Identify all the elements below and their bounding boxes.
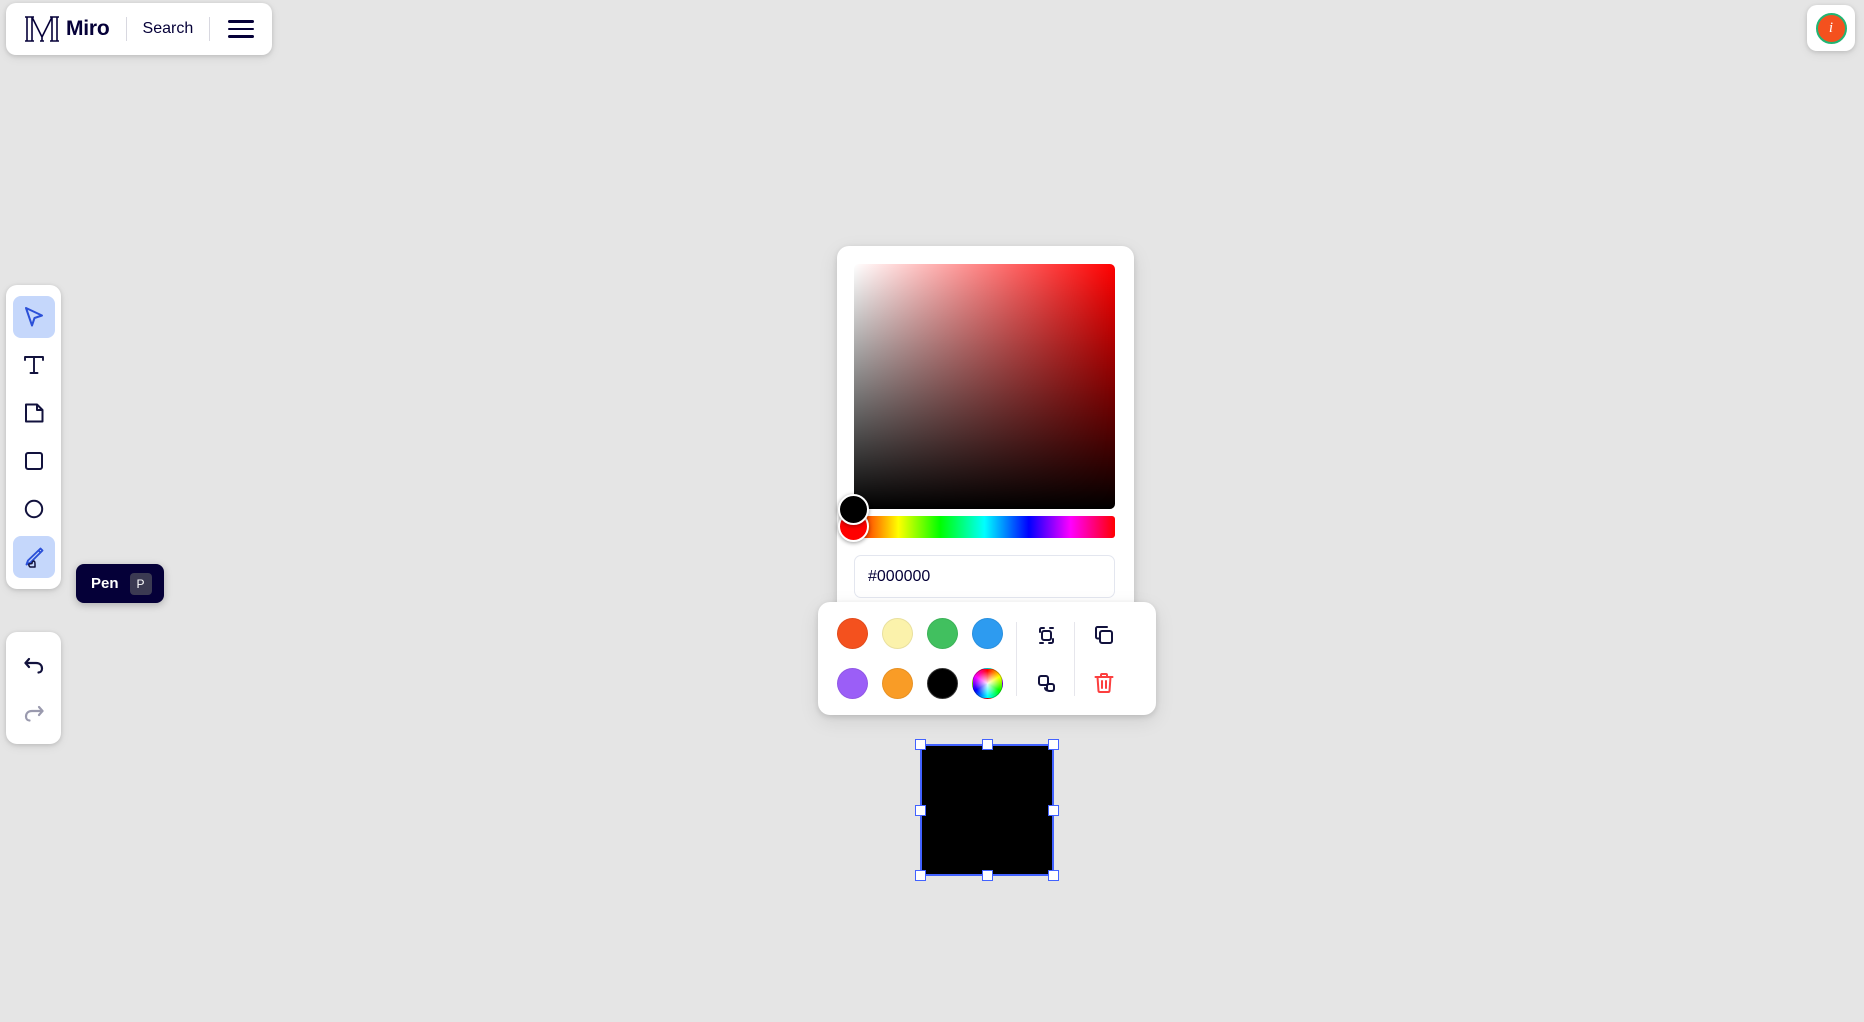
redo-button[interactable] bbox=[13, 691, 55, 733]
pen-tooltip: Pen P bbox=[76, 564, 164, 603]
resize-handle-bottom-left[interactable] bbox=[915, 870, 926, 881]
tool-sticky-note[interactable] bbox=[13, 392, 55, 434]
redo-arrow-icon bbox=[24, 705, 44, 722]
style-bar-divider-2 bbox=[1074, 621, 1075, 696]
tool-pen[interactable] bbox=[12, 536, 55, 578]
resize-handle-middle-left[interactable] bbox=[915, 805, 926, 816]
info-button[interactable]: i bbox=[1807, 5, 1855, 51]
undo-button[interactable] bbox=[13, 643, 55, 685]
square-shape-icon bbox=[24, 452, 43, 470]
canvas-rectangle[interactable] bbox=[921, 745, 1053, 875]
swatch-black[interactable] bbox=[927, 668, 958, 699]
pen-icon bbox=[25, 547, 43, 568]
circle-shape-icon bbox=[24, 499, 43, 519]
bring-to-front-button[interactable] bbox=[1023, 614, 1068, 656]
resize-handle-bottom-center[interactable] bbox=[982, 870, 993, 881]
resize-handle-top-left[interactable] bbox=[915, 739, 926, 750]
tooltip-label: Pen bbox=[91, 575, 119, 592]
tool-select[interactable] bbox=[12, 296, 55, 338]
brand-name: Miro bbox=[66, 17, 110, 40]
resize-handle-top-center[interactable] bbox=[982, 739, 993, 750]
bring-to-front-icon bbox=[1038, 626, 1054, 644]
trash-icon bbox=[1094, 672, 1113, 693]
top-bar: Miro Search bbox=[6, 3, 273, 55]
sticky-note-icon bbox=[24, 403, 43, 423]
search-button[interactable]: Search bbox=[143, 20, 194, 38]
color-swatch-grid bbox=[830, 609, 1010, 709]
delete-button[interactable] bbox=[1081, 662, 1126, 704]
color-picker-panel bbox=[837, 246, 1134, 618]
hex-input[interactable] bbox=[854, 555, 1115, 598]
undo-redo-bar bbox=[6, 632, 61, 744]
arrange-actions bbox=[1023, 614, 1068, 704]
hamburger-menu-icon[interactable] bbox=[228, 16, 258, 42]
miro-m-logo-icon[interactable] bbox=[22, 12, 62, 46]
style-bar bbox=[818, 602, 1156, 715]
left-toolbar bbox=[6, 285, 61, 589]
sv-gradient bbox=[854, 264, 1115, 509]
tool-text[interactable] bbox=[13, 344, 55, 386]
object-actions bbox=[1081, 614, 1126, 704]
hue-slider[interactable] bbox=[838, 511, 1115, 542]
duplicate-icon bbox=[1094, 625, 1113, 644]
divider-2 bbox=[209, 17, 211, 41]
swatch-yellow[interactable] bbox=[882, 618, 913, 649]
swatch-custom-color-wheel[interactable] bbox=[972, 668, 1003, 699]
info-icon: i bbox=[1815, 12, 1847, 44]
divider-1 bbox=[125, 17, 127, 41]
duplicate-button[interactable] bbox=[1081, 614, 1126, 656]
swatch-red[interactable] bbox=[837, 618, 868, 649]
swatch-green[interactable] bbox=[927, 618, 958, 649]
cursor-arrow-icon bbox=[24, 307, 43, 327]
tooltip-shortcut-key: P bbox=[129, 572, 152, 595]
swatch-purple[interactable] bbox=[837, 668, 868, 699]
resize-handle-top-right[interactable] bbox=[1048, 739, 1059, 750]
selected-shape-wrapper bbox=[915, 739, 1059, 881]
swatch-orange[interactable] bbox=[882, 668, 913, 699]
resize-handle-middle-right[interactable] bbox=[1048, 805, 1059, 816]
sv-handle[interactable] bbox=[838, 494, 869, 525]
resize-handle-bottom-right[interactable] bbox=[1048, 870, 1059, 881]
swatch-blue[interactable] bbox=[972, 618, 1003, 649]
send-to-back-icon bbox=[1037, 674, 1055, 692]
send-to-back-button[interactable] bbox=[1023, 662, 1068, 704]
saturation-value-area[interactable] bbox=[838, 264, 1115, 525]
text-t-icon bbox=[23, 356, 44, 374]
tool-square[interactable] bbox=[13, 440, 55, 482]
undo-arrow-icon bbox=[23, 657, 43, 674]
style-bar-divider-1 bbox=[1016, 621, 1017, 696]
tool-circle[interactable] bbox=[13, 488, 55, 530]
